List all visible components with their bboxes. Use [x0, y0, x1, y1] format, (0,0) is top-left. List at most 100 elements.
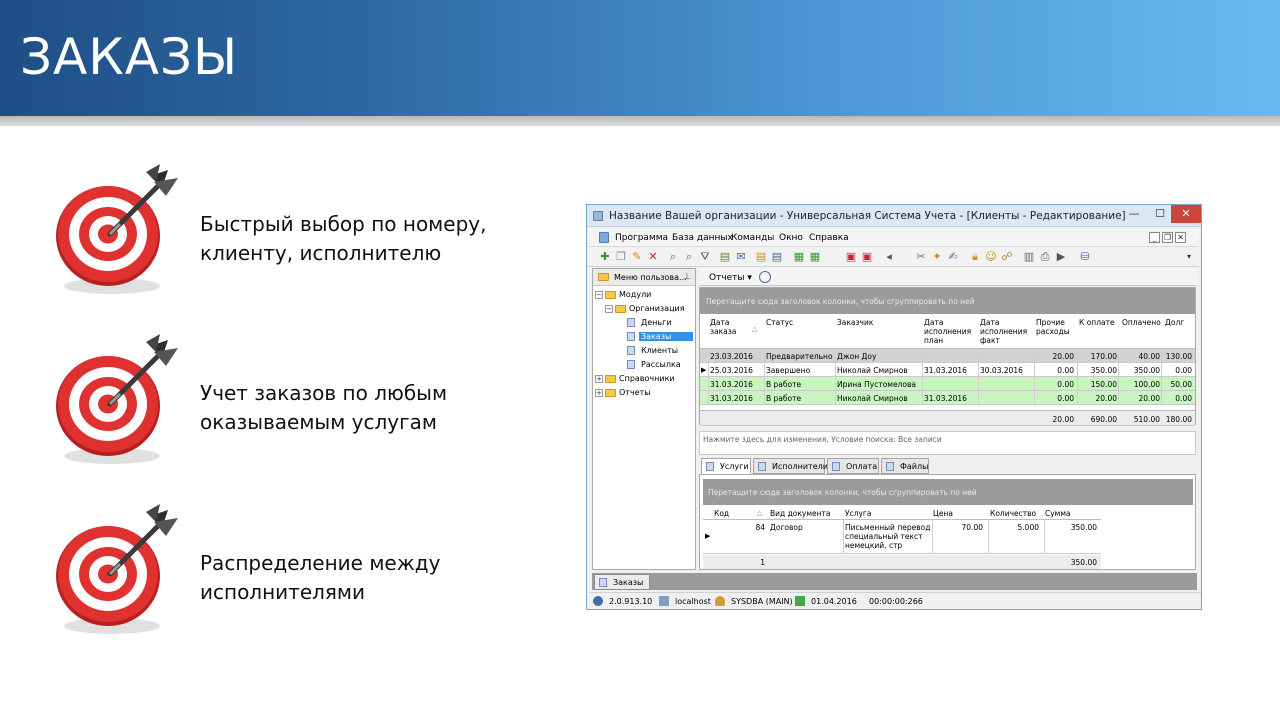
table-row[interactable]: ▶ 84 Договор Письменный перевод специаль…	[703, 520, 1101, 554]
cell-customer: Джон Доу	[837, 352, 877, 361]
close-button[interactable]: ✕	[1171, 205, 1201, 223]
app-window: Название Вашей организации - Универсальн…	[586, 204, 1202, 610]
export-menu-icon[interactable]: ▦	[809, 251, 821, 263]
expand-icon[interactable]: +	[595, 389, 603, 397]
column-header[interactable]: Статус	[766, 318, 793, 327]
column-divider	[708, 391, 709, 405]
window-tabs: Заказы	[592, 573, 1197, 590]
tree-item-modules[interactable]: − Модули	[595, 289, 693, 301]
minimize-button[interactable]: —	[1121, 205, 1147, 223]
column-header[interactable]: К оплате	[1079, 318, 1115, 327]
column-header[interactable]: Прочие расходы	[1036, 318, 1070, 336]
filter-icon[interactable]: ⛛	[699, 251, 711, 263]
table-row[interactable]: 31.03.2016 В работе Ирина Пустомелова 0.00 1…	[700, 377, 1195, 391]
expand-icon[interactable]: +	[595, 375, 603, 383]
cell-plan: 31.03.2016	[924, 394, 967, 403]
import-icon[interactable]: ▤	[719, 251, 731, 263]
filter-text: Нажмите здесь для изменения. Условие пои…	[703, 435, 942, 444]
tree-item-organization[interactable]: − Организация	[605, 303, 693, 315]
menu-database[interactable]: База данных	[672, 233, 733, 243]
tab-executors[interactable]: Исполнители	[753, 458, 828, 474]
column-header[interactable]: Цена	[933, 509, 953, 518]
table-icon[interactable]: ▥	[1023, 251, 1035, 263]
window-new-icon[interactable]: ▣	[845, 251, 857, 263]
reports-dropdown[interactable]: Отчеты ▾	[709, 273, 752, 283]
collapse-icon[interactable]: −	[605, 305, 613, 313]
maximize-button[interactable]: ☐	[1147, 205, 1173, 223]
user-menu-header[interactable]: Меню пользова... ⊥	[593, 269, 695, 286]
cell-to-pay: 350.00	[1090, 366, 1117, 375]
bullet-2-line-1: Учет заказов по любым	[200, 381, 448, 405]
menu-window[interactable]: Окно	[779, 233, 803, 243]
menu-commands[interactable]: Команды	[731, 233, 774, 243]
excel-export-icon[interactable]: ▦	[793, 251, 805, 263]
sound-icon[interactable]: ◂	[883, 251, 895, 263]
group-by-hint[interactable]: Перетащите сюда заголовок колонки, чтобы…	[703, 479, 1193, 505]
table-row[interactable]: ▶ 25.03.2016 Завершено Николай Смирнов 31.03…	[700, 363, 1195, 377]
tab-files[interactable]: Файлы	[881, 458, 929, 474]
mdi-minimize-button[interactable]: _	[1149, 232, 1160, 243]
cell-date: 23.03.2016	[710, 352, 753, 361]
tree-item-money[interactable]: Деньги	[627, 317, 693, 329]
comment-icon[interactable]: ✉	[735, 251, 747, 263]
menu-program[interactable]: Программа	[615, 233, 668, 243]
window-close-icon[interactable]: ▣	[861, 251, 873, 263]
window-titlebar[interactable]: Название Вашей организации - Универсальн…	[587, 205, 1201, 227]
mdi-restore-button[interactable]: ❐	[1162, 232, 1173, 243]
column-header[interactable]: Дата заказа	[710, 318, 736, 336]
edit-doc-icon[interactable]: ✍	[947, 251, 959, 263]
tree-item-orders[interactable]: Заказы	[627, 331, 693, 343]
cell-service: Письменный перевод специальный текст нем…	[845, 523, 930, 550]
tools-icon[interactable]: ✂	[915, 251, 927, 263]
table-row[interactable]: 23.03.2016 Предварительно Джон Доу 20.00 170…	[700, 349, 1195, 363]
filter-bar[interactable]: Нажмите здесь для изменения. Условие пои…	[699, 431, 1196, 455]
tree-item-reports[interactable]: + Отчеты	[595, 387, 693, 399]
lock-icon[interactable]: 🔒︎	[969, 251, 981, 263]
tree-label: Заказы	[639, 332, 693, 341]
database-icon[interactable]: ⛁	[1079, 251, 1091, 263]
find-next-icon[interactable]: ⌕	[683, 251, 695, 263]
tree-item-mailing[interactable]: Рассылка	[627, 359, 693, 371]
tab-payment[interactable]: Оплата	[827, 458, 879, 474]
print-icon[interactable]: ⎙	[1039, 251, 1051, 263]
edit-icon[interactable]: ✎	[631, 251, 643, 263]
status-version: 2.0.913.10	[609, 597, 653, 606]
column-divider	[835, 377, 836, 391]
tree-item-clients[interactable]: Клиенты	[627, 345, 693, 357]
column-header[interactable]: Услуга	[845, 509, 871, 518]
document-copy-icon[interactable]: ▤	[771, 251, 783, 263]
tree-item-references[interactable]: + Справочники	[595, 373, 693, 385]
menu-help[interactable]: Справка	[809, 233, 849, 243]
group-by-hint[interactable]: Перетащите сюда заголовок колонки, чтобы…	[700, 288, 1195, 314]
users-icon[interactable]: ☺	[985, 251, 997, 263]
column-header[interactable]: Дата исполнения факт	[980, 318, 1027, 345]
column-header[interactable]: Вид документа	[770, 509, 830, 518]
copy-icon[interactable]: ❐	[615, 251, 627, 263]
wand-icon[interactable]: ✦	[931, 251, 943, 263]
cell-fact: 30.03.2016	[980, 366, 1023, 375]
delete-icon[interactable]: ✕	[647, 251, 659, 263]
preview-icon[interactable]: ▶	[1055, 251, 1067, 263]
column-header[interactable]: Код	[714, 509, 729, 518]
chevron-down-icon[interactable]: ▾	[1183, 251, 1195, 263]
cell-debt: 50.00	[1170, 380, 1192, 389]
column-header[interactable]: Дата исполнения план	[924, 318, 971, 345]
bullet-2-text: Учет заказов по любым оказываемым услуга…	[200, 379, 530, 437]
add-icon[interactable]: ✚	[599, 251, 611, 263]
clock-icon[interactable]	[759, 271, 771, 283]
column-header[interactable]: Долг	[1165, 318, 1184, 327]
collapse-icon[interactable]: −	[595, 291, 603, 299]
table-row[interactable]: 31.03.2016 В работе Николай Смирнов 31.03.2…	[700, 391, 1195, 405]
mdi-close-button[interactable]: ✕	[1175, 232, 1186, 243]
pin-icon[interactable]: ⊥	[683, 272, 691, 282]
tab-services[interactable]: Услуги	[701, 458, 751, 474]
column-header[interactable]: Заказчик	[837, 318, 873, 327]
column-header[interactable]: Сумма	[1045, 509, 1071, 518]
cell-other: 20.00	[1052, 352, 1074, 361]
search-icon[interactable]: ⌕	[667, 251, 679, 263]
tab-orders[interactable]: Заказы	[594, 574, 650, 590]
handshake-icon[interactable]: ☍	[1001, 251, 1013, 263]
column-header[interactable]: Оплачено	[1122, 318, 1161, 327]
column-header[interactable]: Количество	[990, 509, 1036, 518]
document-add-icon[interactable]: ▤	[755, 251, 767, 263]
